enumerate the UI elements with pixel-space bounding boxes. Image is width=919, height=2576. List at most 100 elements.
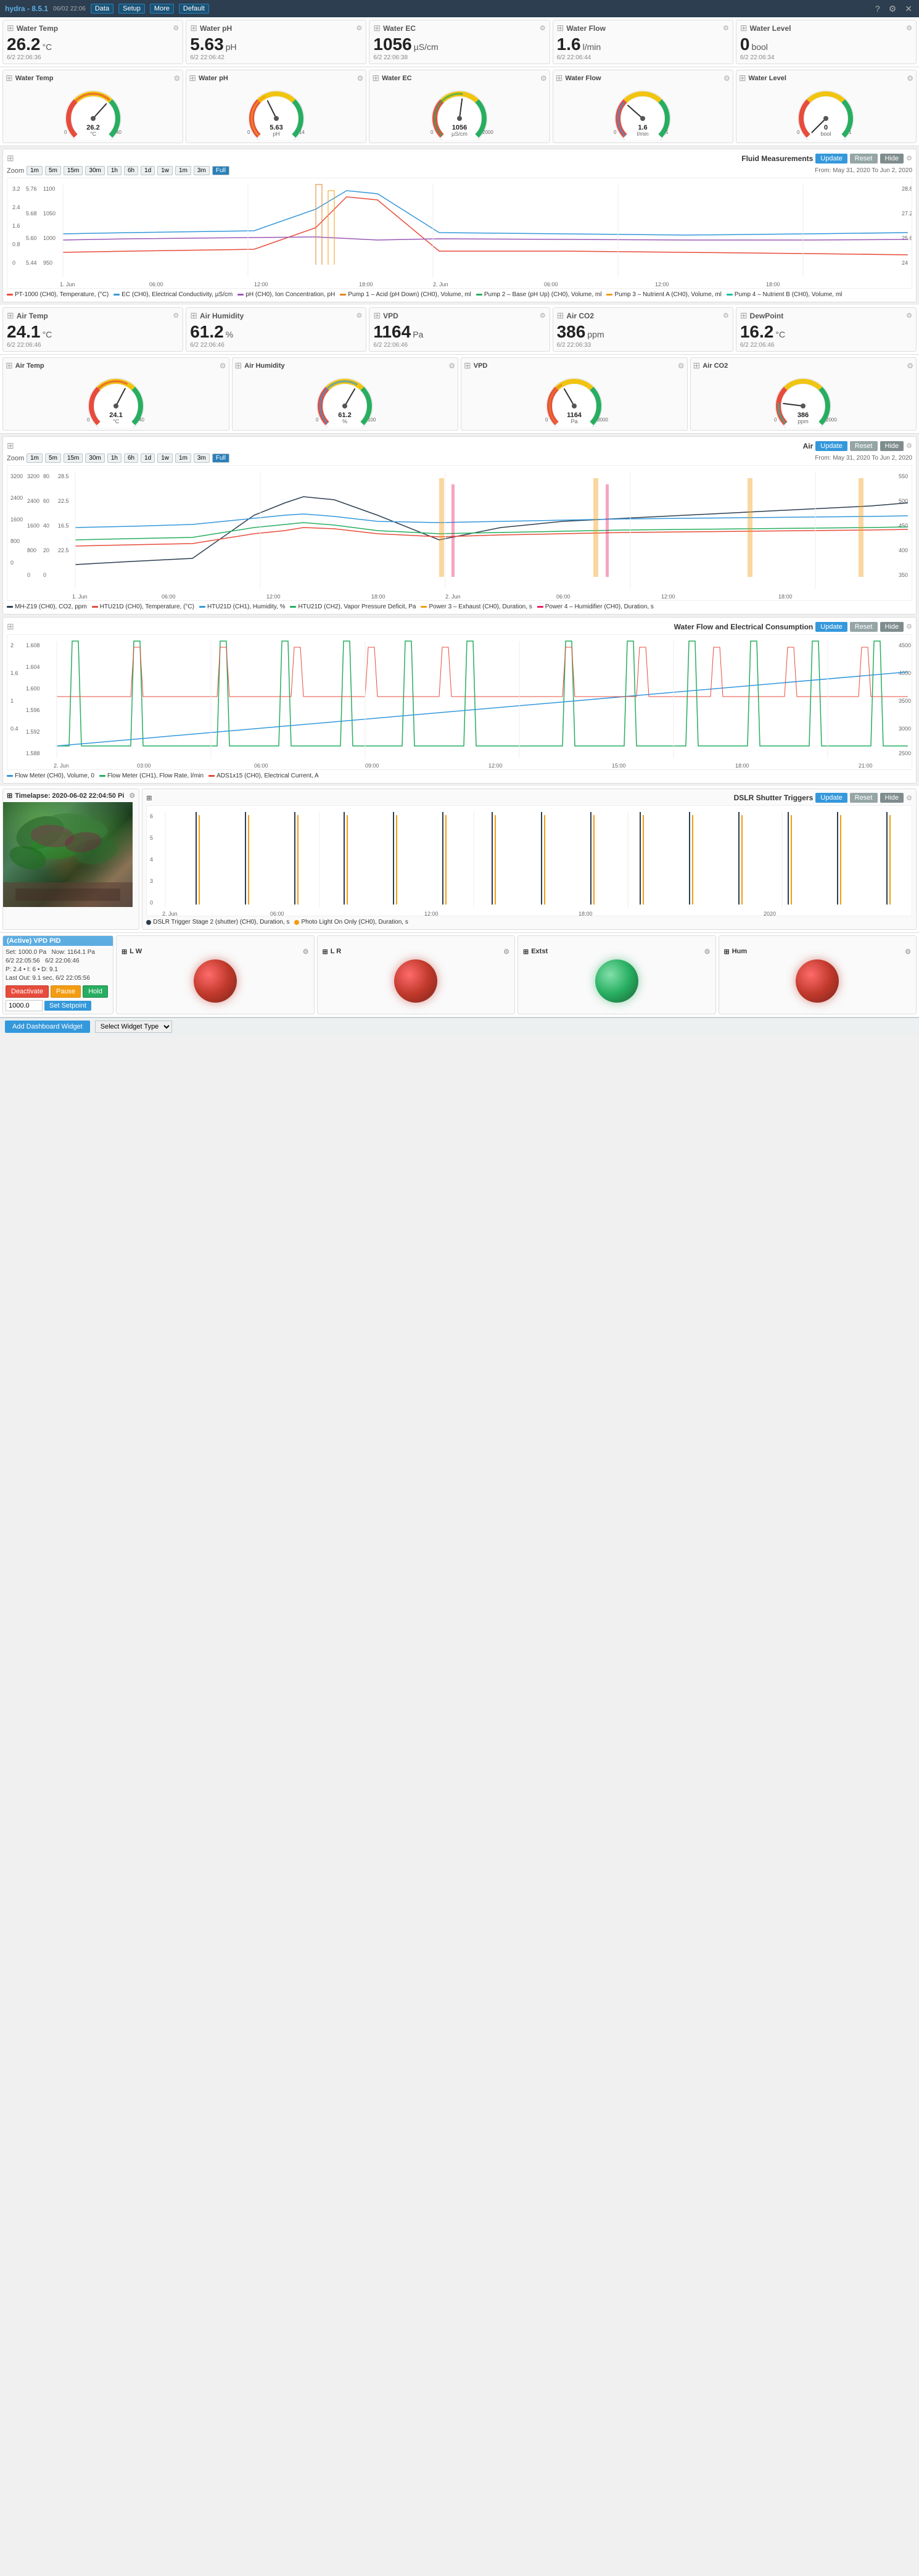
- water-gauge-water-level: ⊞ Water Level ⚙ 0 bool 0 1: [736, 70, 917, 143]
- fluid-update-btn[interactable]: Update: [815, 154, 847, 164]
- dslr-reset-btn[interactable]: Reset: [850, 793, 878, 803]
- settings-icon[interactable]: ⚙: [889, 4, 897, 14]
- gauge-gear-2[interactable]: ⚙: [540, 74, 547, 83]
- light-card-lr: ⊞ L R ⚙: [317, 935, 516, 1014]
- air-legend-item-2: HTU21D (CH1), Humidity, %: [199, 603, 286, 610]
- light-gear-hum[interactable]: ⚙: [905, 948, 911, 956]
- hold-btn[interactable]: Hold: [83, 985, 108, 998]
- air-grid-icon-0: ⊞: [7, 310, 14, 321]
- light-title-extst: Extst: [531, 948, 548, 955]
- add-widget-btn[interactable]: Add Dashboard Widget: [5, 1021, 90, 1033]
- air-widget-gear-0[interactable]: ⚙: [173, 312, 179, 320]
- gauge-gear-3[interactable]: ⚙: [723, 74, 730, 83]
- air-zoom-6h-btn[interactable]: 6h: [124, 453, 138, 463]
- gauge-gear-4[interactable]: ⚙: [907, 74, 913, 83]
- deactivate-btn[interactable]: Deactivate: [6, 985, 49, 998]
- air-widget-vpd: ⊞ VPD ⚙ 1164 Pa 6/2 22:06:46: [369, 307, 550, 352]
- zoom-1m-btn[interactable]: 1m: [27, 166, 43, 175]
- zoom-1mo-btn[interactable]: 1m: [175, 166, 191, 175]
- default-btn[interactable]: Default: [179, 4, 209, 14]
- light-gear-lr[interactable]: ⚙: [503, 948, 509, 956]
- water-widget-gear-0[interactable]: ⚙: [173, 24, 179, 32]
- dslr-gear[interactable]: ⚙: [906, 794, 912, 802]
- help-icon[interactable]: ?: [875, 4, 880, 14]
- air-widget-gear-1[interactable]: ⚙: [356, 312, 363, 320]
- water-gauge-water-flow: ⊞ Water Flow ⚙ 1.6 l/min 0 5: [553, 70, 733, 143]
- data-menu-btn[interactable]: Data: [91, 4, 113, 14]
- gauge-gear-1[interactable]: ⚙: [357, 74, 364, 83]
- pause-btn[interactable]: Pause: [51, 985, 81, 998]
- water-widget-gear-2[interactable]: ⚙: [540, 24, 546, 32]
- air-gauge-gear-3[interactable]: ⚙: [907, 362, 913, 370]
- air-zoom-1d-btn[interactable]: 1d: [141, 453, 155, 463]
- zoom-1d-btn[interactable]: 1d: [141, 166, 155, 175]
- wf-update-btn[interactable]: Update: [815, 622, 847, 632]
- air-widget-gear-3[interactable]: ⚙: [723, 312, 729, 320]
- fluid-legend-label-6: Pump 4 – Nutrient B (CH0), Volume, ml: [735, 291, 843, 298]
- fluid-hide-btn[interactable]: Hide: [880, 154, 904, 164]
- svg-text:24: 24: [902, 260, 908, 266]
- light-gear-lw[interactable]: ⚙: [303, 948, 309, 956]
- air-zoom-15m-btn[interactable]: 15m: [64, 453, 83, 463]
- dslr-update-btn[interactable]: Update: [815, 793, 847, 803]
- air-reset-btn[interactable]: Reset: [850, 441, 878, 451]
- svg-text:15:00: 15:00: [612, 763, 626, 769]
- air-widget-gear-2[interactable]: ⚙: [540, 312, 546, 320]
- zoom-6h-btn[interactable]: 6h: [124, 166, 138, 175]
- air-zoom-1h-btn[interactable]: 1h: [107, 453, 122, 463]
- air-gauge-gear-0[interactable]: ⚙: [220, 362, 226, 370]
- wf-chart-gear[interactable]: ⚙: [906, 623, 912, 631]
- close-icon[interactable]: ✕: [905, 4, 912, 14]
- water-widget-gear-1[interactable]: ⚙: [356, 24, 363, 32]
- air-gauge-gear-1[interactable]: ⚙: [448, 362, 455, 370]
- timelapse-gear[interactable]: ⚙: [129, 792, 135, 800]
- widget-type-select[interactable]: Select Widget Type: [95, 1021, 172, 1033]
- air-widget-unit-0: °C: [43, 329, 52, 339]
- set-setpoint-btn[interactable]: Set Setpoint: [44, 1001, 91, 1011]
- water-widget-gear-3[interactable]: ⚙: [723, 24, 729, 32]
- fluid-chart-gear[interactable]: ⚙: [906, 154, 912, 162]
- fluid-reset-btn[interactable]: Reset: [850, 154, 878, 164]
- setpoint-input[interactable]: [6, 1000, 43, 1011]
- svg-text:18:00: 18:00: [778, 594, 793, 600]
- air-zoom-30m-btn[interactable]: 30m: [85, 453, 104, 463]
- gauge-title-0: Water Temp: [15, 75, 54, 82]
- gauge-gear-0[interactable]: ⚙: [173, 74, 180, 83]
- zoom-1w-btn[interactable]: 1w: [157, 166, 173, 175]
- wf-reset-btn[interactable]: Reset: [850, 622, 878, 632]
- zoom-1h-btn[interactable]: 1h: [107, 166, 122, 175]
- zoom-15m-btn[interactable]: 15m: [64, 166, 83, 175]
- zoom-full-btn[interactable]: Full: [212, 166, 229, 175]
- air-zoom-1m-btn[interactable]: 1m: [27, 453, 43, 463]
- air-update-btn[interactable]: Update: [815, 441, 847, 451]
- zoom-3m-btn[interactable]: 3m: [194, 166, 210, 175]
- air-gauge-grid-1: ⊞: [235, 360, 242, 371]
- air-zoom-full-btn[interactable]: Full: [212, 453, 229, 463]
- water-widget-time-0: 6/2 22:06:36: [7, 54, 179, 61]
- air-gauge-gear-2[interactable]: ⚙: [678, 362, 685, 370]
- wf-legend-item-0: Flow Meter (CH0), Volume, 0: [7, 772, 94, 779]
- zoom-5m-btn[interactable]: 5m: [45, 166, 61, 175]
- air-zoom-1mo-btn[interactable]: 1m: [175, 453, 191, 463]
- more-menu-btn[interactable]: More: [150, 4, 174, 14]
- air-hide-btn[interactable]: Hide: [880, 441, 904, 451]
- air-widget-value-2: 1164: [373, 322, 411, 341]
- air-widget-gear-4[interactable]: ⚙: [906, 312, 912, 320]
- air-zoom-5m-btn[interactable]: 5m: [45, 453, 61, 463]
- wf-legend-color-0: [7, 775, 13, 777]
- svg-text:2. Jun: 2. Jun: [54, 763, 69, 769]
- dslr-hide-btn[interactable]: Hide: [880, 793, 904, 803]
- svg-text:400: 400: [899, 547, 908, 553]
- air-zoom-1w-btn[interactable]: 1w: [157, 453, 173, 463]
- air-chart-gear[interactable]: ⚙: [906, 442, 912, 450]
- light-gear-extst[interactable]: ⚙: [704, 948, 711, 956]
- fluid-legend-label-4: Pump 2 – Base (pH Up) (CH0), Volume, ml: [484, 291, 602, 298]
- water-widget-gear-4[interactable]: ⚙: [906, 24, 912, 32]
- zoom-30m-btn[interactable]: 30m: [85, 166, 104, 175]
- setup-menu-btn[interactable]: Setup: [118, 4, 145, 14]
- water-widget-title-0: Water Temp: [17, 24, 58, 33]
- air-zoom-3m-btn[interactable]: 3m: [194, 453, 210, 463]
- light-title-lr: L R: [331, 948, 342, 955]
- pid-now-value: 1164.1 Pa: [67, 949, 95, 956]
- wf-hide-btn[interactable]: Hide: [880, 622, 904, 632]
